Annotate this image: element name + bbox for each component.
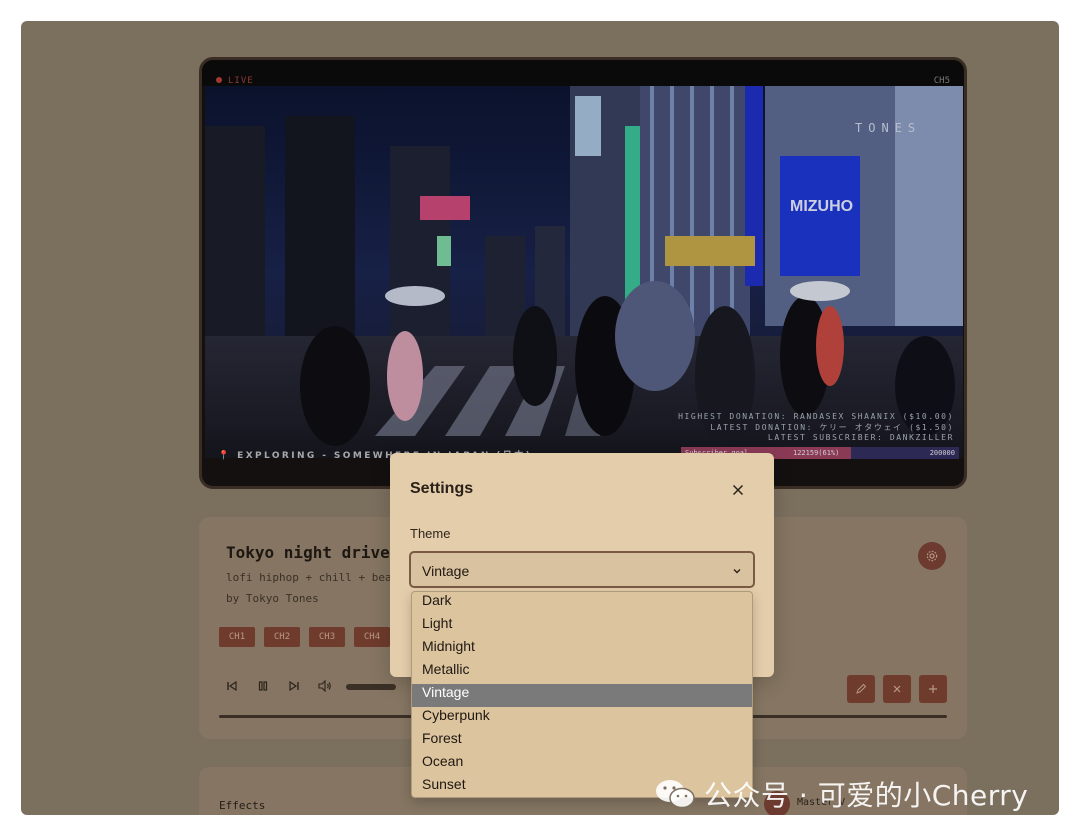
theme-select[interactable]: Vintage [409, 551, 755, 588]
donation-overlay: HIGHEST DONATION: RANDASEX SHAANIX ($10.… [678, 412, 954, 444]
edit-button[interactable] [847, 675, 875, 703]
track-title: Tokyo night drive [226, 543, 390, 562]
theme-option-light[interactable]: Light [412, 615, 752, 638]
highest-donation: HIGHEST DONATION: RANDASEX SHAANIX ($10.… [678, 412, 954, 421]
map-pin-icon: 📍 [218, 451, 232, 461]
theme-select-value: Vintage [422, 563, 470, 579]
theme-label: Theme [410, 526, 451, 541]
skip-forward-icon [289, 680, 299, 692]
volume-slider[interactable] [346, 684, 396, 690]
track-artist: by Tokyo Tones [226, 592, 319, 605]
modal-title: Settings [410, 480, 474, 497]
track-genre: lofi hiphop + chill + beats [226, 571, 405, 584]
close-icon [732, 484, 744, 496]
theme-option-ocean[interactable]: Ocean [412, 753, 752, 776]
subscriber-goal-target: 200000 [929, 449, 955, 457]
settings-gear-button[interactable] [918, 542, 946, 570]
gear-icon [926, 550, 938, 562]
theme-option-dark[interactable]: Dark [412, 592, 752, 615]
plus-icon [929, 685, 937, 693]
watermark-text: 公众号 · 可爱的小Cherry [704, 779, 1029, 812]
city-night-scene: MIZUHO TONES [205, 86, 963, 458]
action-buttons [847, 675, 947, 703]
add-button[interactable] [919, 675, 947, 703]
theme-option-midnight[interactable]: Midnight [412, 638, 752, 661]
watermark: 公众号 · 可爱的小Cherry [654, 774, 1028, 814]
playback-controls [225, 679, 332, 693]
effects-label: Effects [219, 799, 266, 812]
pencil-icon [856, 683, 867, 694]
channel-button-3[interactable]: CH3 [309, 627, 345, 647]
pause-icon [258, 681, 268, 691]
stream-screen: LIVE CH5 MIZUHO TONES HIGHEST DONATION: … [199, 57, 967, 489]
theme-option-metallic[interactable]: Metallic [412, 661, 752, 684]
theme-option-cyberpunk[interactable]: Cyberpunk [412, 707, 752, 730]
subscriber-goal-current: 122159(61%) [793, 449, 840, 457]
theme-options-list: Dark Light Midnight Metallic Vintage Cyb… [411, 591, 753, 798]
channel-button-1[interactable]: CH1 [219, 627, 255, 647]
close-button[interactable] [728, 480, 748, 500]
previous-track-button[interactable] [225, 679, 239, 693]
channel-buttons: CH1 CH2 CH3 CH4 [219, 627, 390, 647]
latest-donation: LATEST DONATION: ケリー オタウェイ ($1.50) [710, 422, 954, 432]
wechat-icon [656, 780, 695, 809]
skip-back-icon [227, 680, 237, 692]
channel-button-4[interactable]: CH4 [354, 627, 390, 647]
remove-button[interactable] [883, 675, 911, 703]
next-track-button[interactable] [287, 679, 301, 693]
theme-option-forest[interactable]: Forest [412, 730, 752, 753]
chevron-down-icon [733, 569, 741, 574]
volume-button[interactable] [318, 679, 332, 693]
screen-top-bar [202, 60, 964, 86]
latest-subscriber: LATEST SUBSCRIBER: DANKZILLER [767, 433, 954, 442]
live-indicator: LIVE [216, 76, 254, 86]
x-icon [893, 685, 901, 693]
theme-option-vintage[interactable]: Vintage [412, 684, 752, 707]
pause-button[interactable] [256, 679, 270, 693]
channel-button-2[interactable]: CH2 [264, 627, 300, 647]
volume-icon [318, 680, 331, 692]
live-dot-icon [216, 77, 222, 83]
channel-label: CH5 [933, 76, 950, 86]
